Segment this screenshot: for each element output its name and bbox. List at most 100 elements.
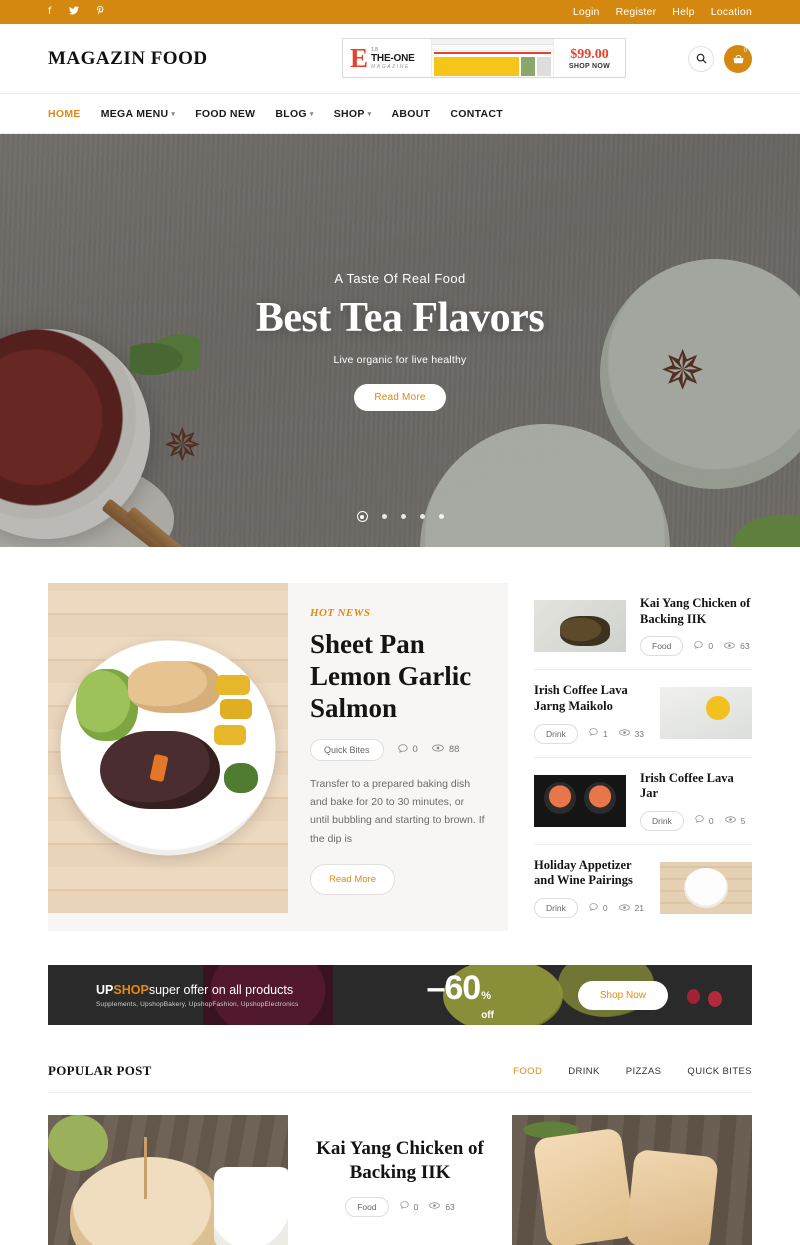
- promo-brand-shop: SHOP: [113, 982, 149, 997]
- category-chip[interactable]: Drink: [640, 810, 684, 831]
- hero-eyebrow: A Taste Of Real Food: [334, 270, 466, 286]
- slider-dot-5[interactable]: [438, 514, 444, 519]
- list-item[interactable]: Irish Coffee Lava Jar Drink 0 5: [534, 758, 752, 845]
- list-item-thumbnail[interactable]: [660, 687, 752, 740]
- view-count: 88: [432, 744, 459, 755]
- tab-pizzas[interactable]: PIZZAS: [626, 1066, 662, 1077]
- main-nav: HOME MEGA MENU ▾ FOOD NEW BLOG ▾ SHOP ▾ ABO…: [0, 94, 800, 134]
- list-item[interactable]: Holiday Appetizer and Wine Pairings Drin…: [534, 845, 752, 931]
- tab-quick-bites[interactable]: QUICK BITES: [687, 1066, 752, 1077]
- category-chip[interactable]: Drink: [534, 723, 578, 744]
- hot-news-title[interactable]: Sheet Pan Lemon Garlic Salmon: [310, 629, 486, 725]
- promo-banner[interactable]: UPSHOPsuper offer on all products Supple…: [48, 965, 752, 1025]
- popular-post-feature-title[interactable]: Kai Yang Chicken of Backing IIK: [288, 1137, 512, 1185]
- twitter-icon[interactable]: [68, 6, 79, 18]
- slider-dot-1[interactable]: [356, 511, 368, 522]
- facebook-icon[interactable]: f: [48, 7, 52, 17]
- hot-news-excerpt: Transfer to a prepared baking dish and b…: [310, 777, 485, 845]
- list-item-meta: Drink 1 33: [534, 723, 646, 744]
- nav-item-home[interactable]: HOME: [48, 108, 81, 120]
- view-count: 5: [724, 815, 745, 826]
- comment-count-value: 0: [602, 903, 608, 913]
- hot-news-tag: HOT NEWS: [310, 607, 371, 619]
- nav-label: BLOG: [275, 107, 307, 120]
- promo-text: UPSHOPsuper offer on all products Supple…: [96, 983, 298, 1008]
- nav-label: SHOP: [333, 107, 365, 120]
- nav-item-shop[interactable]: SHOP ▾: [334, 108, 372, 120]
- top-link-help[interactable]: Help: [672, 6, 694, 18]
- view-count-value: 33: [634, 728, 645, 739]
- comment-count: 0: [695, 815, 714, 826]
- nav-item-contact[interactable]: CONTACT: [450, 108, 503, 120]
- view-count-value: 21: [634, 903, 645, 913]
- list-item[interactable]: Kai Yang Chicken of Backing IIK Food 0 6…: [534, 583, 752, 671]
- popular-post-image-right[interactable]: [512, 1115, 752, 1245]
- category-chip[interactable]: Drink: [534, 898, 578, 918]
- list-item-thumbnail[interactable]: [534, 774, 626, 827]
- category-chip[interactable]: Food: [640, 636, 684, 657]
- ad-price: $99.00: [570, 46, 609, 62]
- comment-icon: [695, 815, 704, 826]
- popular-post-image-left[interactable]: [48, 1115, 288, 1245]
- comment-count-value: 0: [412, 744, 418, 756]
- ad-brand-letter: E: [350, 42, 369, 73]
- nav-label: HOME: [48, 107, 81, 120]
- comment-count: 0: [397, 743, 418, 756]
- eye-icon: [618, 903, 630, 914]
- view-count-value: 63: [445, 1201, 455, 1212]
- view-count-value: 63: [740, 641, 750, 652]
- hot-news-image[interactable]: [48, 583, 288, 913]
- top-link-login[interactable]: Login: [573, 6, 600, 18]
- eye-icon: [724, 815, 736, 826]
- comment-icon: [589, 728, 598, 739]
- nav-label: MEGA MENU: [100, 107, 169, 120]
- eye-icon: [724, 641, 735, 652]
- ad-banner[interactable]: E 1.8 THE-ONE MAGAZINE $99.00 SHOP NOW: [342, 38, 626, 78]
- tab-food[interactable]: FOOD: [513, 1066, 542, 1077]
- promo-discount-number: –60: [426, 969, 481, 1007]
- search-icon[interactable]: [688, 45, 714, 72]
- page-root: f Login Register Help Location MAGAZIN F…: [0, 0, 800, 1245]
- list-item-title[interactable]: Irish Coffee Lava Jar: [640, 771, 752, 802]
- promo-discount: –60 % off: [426, 969, 494, 1021]
- popular-post-feature: Kai Yang Chicken of Backing IIK Food 0 6…: [288, 1115, 512, 1217]
- hero-read-more-button[interactable]: Read More: [354, 383, 446, 411]
- category-chip[interactable]: Quick Bites: [310, 738, 384, 761]
- list-item-title[interactable]: Irish Coffee Lava Jarng Maikolo: [534, 683, 646, 714]
- tab-drink[interactable]: DRINK: [568, 1066, 600, 1077]
- cart-count-badge: 0: [743, 47, 747, 54]
- cart-button[interactable]: 0: [724, 44, 752, 73]
- nav-item-food-new[interactable]: FOOD NEW: [195, 108, 255, 120]
- view-count: 21: [618, 903, 645, 914]
- comment-count-value: 0: [413, 1201, 419, 1212]
- list-item-title[interactable]: Holiday Appetizer and Wine Pairings: [534, 858, 646, 889]
- eye-icon: [618, 728, 630, 739]
- slider-dot-3[interactable]: [400, 514, 406, 519]
- promo-percent-sign: %: [481, 990, 491, 1002]
- nav-item-mega-menu[interactable]: MEGA MENU ▾: [101, 108, 175, 120]
- promo-headline-rest: super offer on all products: [148, 982, 294, 997]
- nav-label: FOOD NEW: [195, 107, 256, 120]
- top-link-location[interactable]: Location: [711, 6, 752, 18]
- slider-dot-4[interactable]: [419, 514, 425, 519]
- list-item-thumbnail[interactable]: [660, 861, 752, 914]
- list-item[interactable]: Irish Coffee Lava Jarng Maikolo Drink 1 …: [534, 670, 752, 758]
- top-link-register[interactable]: Register: [616, 6, 657, 18]
- slider-dot-2[interactable]: [381, 514, 387, 519]
- pinterest-icon[interactable]: [96, 5, 105, 19]
- promo-off-label: off: [481, 1010, 494, 1021]
- comment-count-value: 0: [708, 641, 714, 652]
- list-item-thumbnail[interactable]: [534, 600, 626, 653]
- site-logo[interactable]: MAGAZIN FOOD: [48, 48, 208, 70]
- hero-slider: ✵ ✵ A Taste Of Real Food Best Tea Flavor…: [0, 134, 800, 547]
- promo-shop-now-button[interactable]: Shop Now: [577, 980, 668, 1010]
- nav-label: CONTACT: [450, 107, 503, 120]
- ad-cta[interactable]: $99.00 SHOP NOW: [553, 39, 625, 77]
- nav-item-blog[interactable]: BLOG ▾: [275, 108, 313, 120]
- chevron-down-icon: ▾: [309, 110, 314, 118]
- hot-news-read-more-button[interactable]: Read More: [310, 864, 395, 896]
- list-item-title[interactable]: Kai Yang Chicken of Backing IIK: [640, 596, 752, 627]
- site-header: MAGAZIN FOOD E 1.8 THE-ONE MAGAZINE $99.…: [0, 24, 800, 94]
- top-nav: Login Register Help Location: [573, 6, 752, 18]
- nav-item-about[interactable]: ABOUT: [392, 108, 431, 120]
